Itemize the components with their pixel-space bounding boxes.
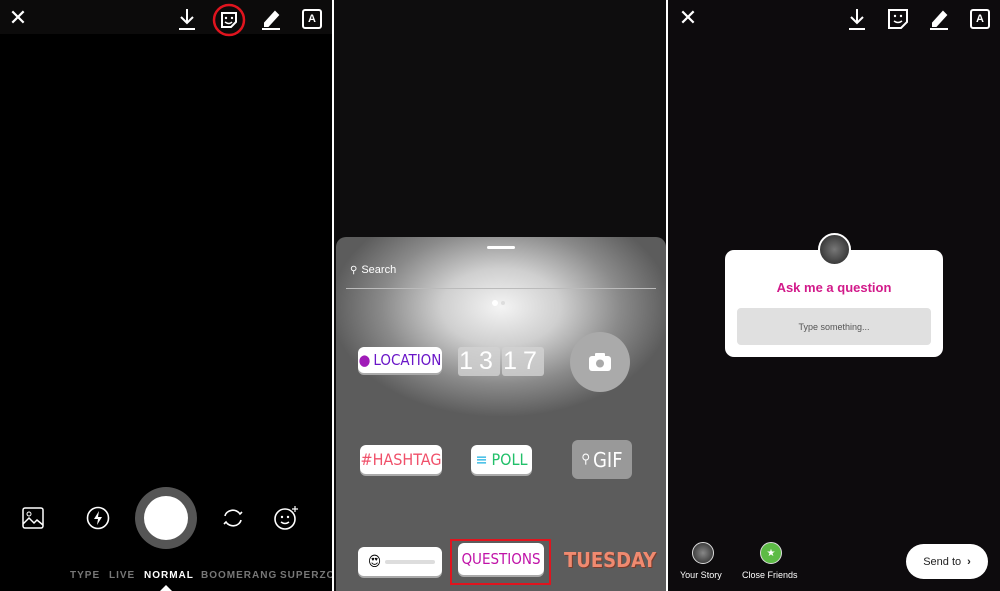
- page-dot: [501, 301, 505, 305]
- gif-label: GIF: [592, 447, 623, 472]
- text-icon[interactable]: A: [302, 9, 322, 29]
- poll-sticker[interactable]: ≡ POLL: [471, 445, 532, 474]
- hashtag-sticker[interactable]: #HASHTAG: [360, 445, 442, 474]
- face-effects-icon[interactable]: [272, 504, 300, 532]
- your-story-avatar[interactable]: [692, 542, 714, 564]
- mode-live[interactable]: LIVE: [109, 570, 135, 581]
- mode-type[interactable]: TYPE: [70, 570, 100, 581]
- poll-label: POLL: [491, 450, 528, 469]
- page-dot-active: [492, 300, 498, 306]
- camera-panel: ✕ A TYPE LIVE NORMAL BOOMERANG SUPERZOOM: [0, 0, 332, 591]
- mode-boomerang[interactable]: BOOMERANG: [201, 570, 277, 581]
- your-story-label[interactable]: Your Story: [680, 570, 722, 580]
- draw-icon[interactable]: [261, 8, 281, 30]
- day-sticker[interactable]: TUESDAY: [564, 548, 656, 572]
- top-bar: [0, 0, 332, 34]
- avatar: [818, 233, 851, 266]
- gif-sticker[interactable]: ⚲ GIF: [572, 440, 632, 479]
- location-pin-icon: ●: [358, 351, 371, 369]
- text-icon[interactable]: A: [970, 9, 990, 29]
- time-hours: 13: [458, 347, 500, 376]
- slider-track: [385, 559, 436, 564]
- mode-superzoom[interactable]: SUPERZOOM: [280, 570, 332, 581]
- question-title: Ask me a question: [776, 280, 892, 295]
- close-friends-label[interactable]: Close Friends: [742, 570, 798, 580]
- sticker-tray: ⚲ Search ● LOCATION 13 17 #HASHTAG ≡ POLL …: [336, 237, 666, 591]
- send-to-label: Send to: [923, 555, 962, 568]
- download-icon[interactable]: [177, 7, 197, 31]
- search-placeholder: Search: [361, 264, 397, 276]
- search-input[interactable]: ⚲ Search: [350, 264, 396, 276]
- gif-search-icon: ⚲: [581, 452, 590, 467]
- emoji-slider-sticker[interactable]: 😍: [358, 547, 442, 576]
- shutter-button[interactable]: [135, 487, 197, 549]
- camera-sticker[interactable]: [570, 332, 630, 392]
- time-minutes: 17: [502, 347, 544, 376]
- download-icon[interactable]: [847, 7, 867, 31]
- time-sticker[interactable]: 13 17: [458, 347, 544, 376]
- location-sticker[interactable]: ● LOCATION: [358, 347, 442, 373]
- story-preview-panel: ✕ A Ask me a question Type something... …: [668, 0, 1000, 591]
- divider: [346, 288, 656, 289]
- close-friends-star-icon[interactable]: ★: [760, 542, 782, 564]
- flash-icon[interactable]: [86, 506, 110, 530]
- poll-icon: ≡: [475, 450, 488, 469]
- sticker-tray-panel: ⚲ Search ● LOCATION 13 17 #HASHTAG ≡ POLL …: [334, 0, 666, 591]
- camera-icon: [589, 353, 611, 371]
- location-label: LOCATION: [373, 351, 442, 369]
- send-to-button[interactable]: Send to ›: [906, 544, 988, 579]
- close-icon[interactable]: ✕: [678, 5, 698, 30]
- question-sticker[interactable]: Ask me a question Type something...: [725, 250, 943, 357]
- draw-icon[interactable]: [929, 8, 949, 30]
- shutter-inner: [144, 496, 188, 540]
- flip-camera-icon[interactable]: [222, 508, 244, 528]
- drag-handle[interactable]: [487, 246, 515, 249]
- search-icon: ⚲: [350, 264, 358, 276]
- slider-emoji: 😍: [368, 553, 382, 570]
- mode-normal[interactable]: NORMAL: [144, 570, 194, 581]
- gallery-icon[interactable]: [22, 507, 44, 529]
- question-input[interactable]: Type something...: [737, 308, 931, 345]
- chevron-right-icon: ›: [967, 555, 971, 568]
- sticker-icon[interactable]: [887, 8, 909, 30]
- sticker-icon[interactable]: [212, 3, 246, 37]
- questions-sticker[interactable]: QUESTIONS: [458, 543, 544, 575]
- close-icon[interactable]: ✕: [8, 5, 28, 30]
- active-mode-indicator: [160, 585, 172, 591]
